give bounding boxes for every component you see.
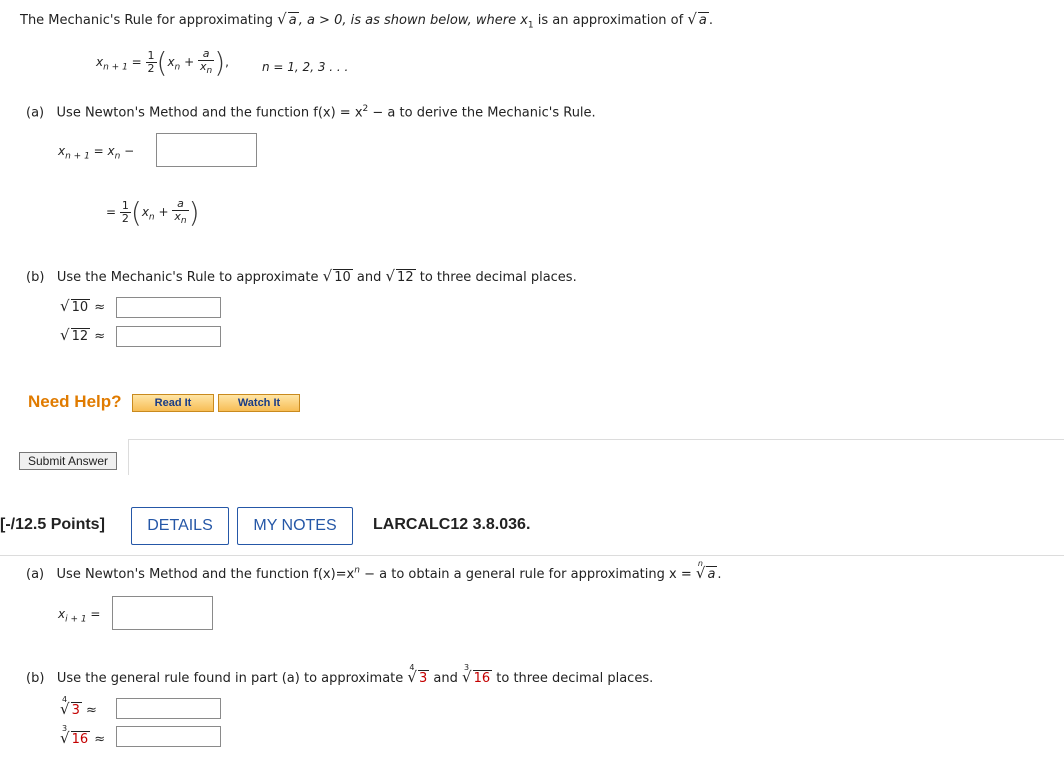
sqrt12-input[interactable]: [116, 326, 221, 347]
sqrt-a: √ a: [277, 10, 299, 28]
header-divider: [0, 555, 1064, 556]
submit-answer-button[interactable]: Submit Answer: [19, 452, 117, 470]
sqrt-a-2: √ a: [687, 10, 709, 28]
fourth-root-3-label: 4 √ 3 ≈: [60, 695, 97, 718]
q1-part-b: (b) Use the Mechanic's Rule to approxima…: [26, 267, 577, 285]
newton-step-input[interactable]: [156, 133, 257, 167]
submit-divider-vertical: [128, 439, 129, 475]
general-rule-lhs: xi + 1 =: [58, 607, 101, 625]
cube-root-16-input[interactable]: [116, 726, 221, 747]
need-help-label: Need Help?: [28, 392, 122, 411]
points-label: [-/12.5 Points]: [0, 516, 105, 533]
my-notes-button[interactable]: MY NOTES: [237, 507, 353, 545]
q1-intro: The Mechanic's Rule for approximating √ a…: [20, 10, 714, 31]
q2-part-b: (b) Use the general rule found in part (…: [26, 663, 654, 686]
submit-divider: [128, 439, 1064, 440]
sqrt12-label: √ 12 ≈: [60, 326, 106, 344]
q1-part-a: (a) Use Newton's Method and the function…: [26, 104, 596, 121]
watch-it-button[interactable]: Watch It: [218, 394, 300, 412]
details-button[interactable]: DETAILS: [131, 507, 229, 545]
read-it-button[interactable]: Read It: [132, 394, 214, 412]
mechanics-rule-formula: xn + 1 = 1 2 (xn + a xn),: [96, 46, 229, 79]
derived-rule: = 1 2 (xn + a xn): [106, 196, 200, 229]
sqrt10-label: √ 10 ≈: [60, 297, 106, 315]
fourth-root-3-input[interactable]: [116, 698, 221, 719]
cube-root-16-label: 3 √ 16 ≈: [60, 724, 106, 747]
sqrt10-input[interactable]: [116, 297, 221, 318]
q2-part-a: (a) Use Newton's Method and the function…: [26, 559, 722, 582]
general-rule-input[interactable]: [112, 596, 213, 630]
n-range: n = 1, 2, 3 . . .: [262, 60, 349, 74]
question-code: LARCALC12 3.8.036.: [373, 516, 531, 533]
newton-step-lhs: xn + 1 = xn −: [58, 144, 135, 162]
